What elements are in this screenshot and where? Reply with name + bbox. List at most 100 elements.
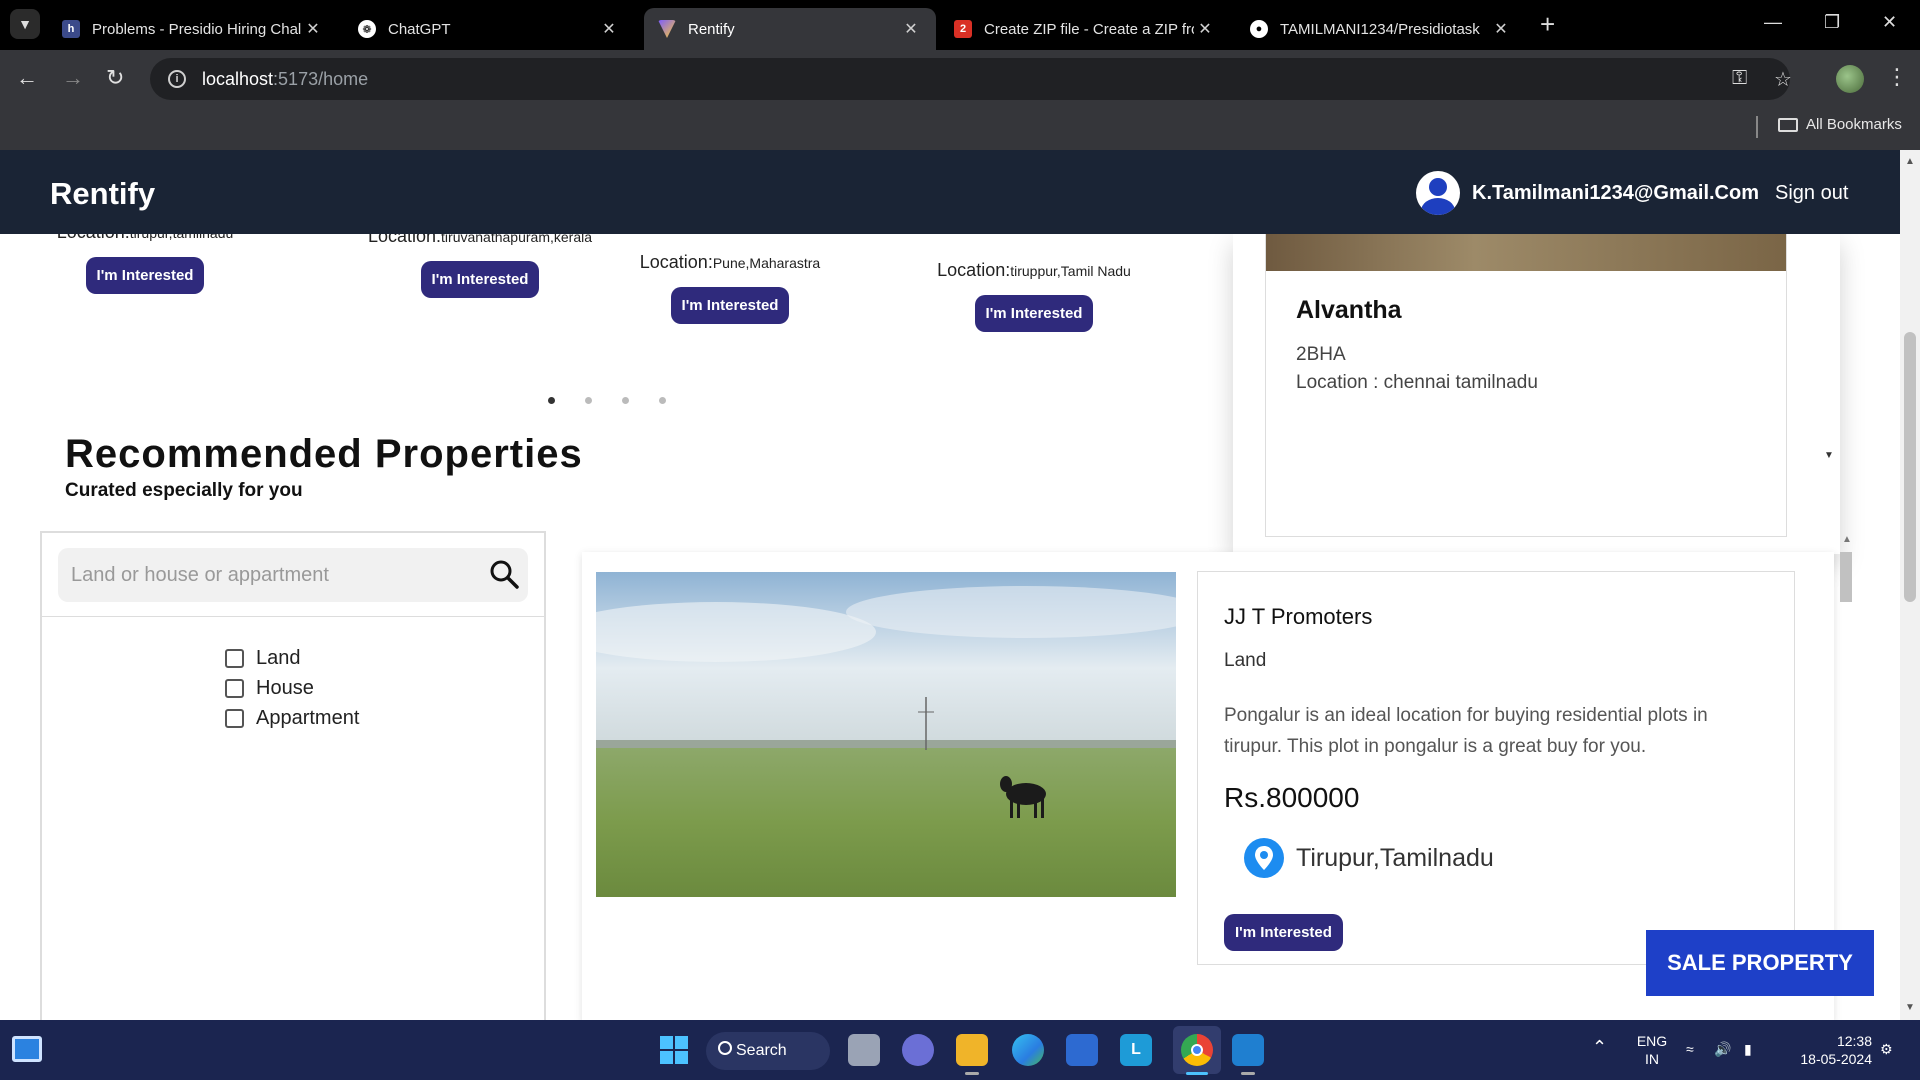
filter-option-house[interactable]: House: [225, 677, 314, 700]
bookmarks-divider: [1756, 116, 1758, 138]
listing-location: Location : chennai tamilnadu: [1296, 372, 1538, 393]
vscode-icon[interactable]: [1232, 1034, 1264, 1066]
scroll-down-icon[interactable]: ▼: [1905, 1002, 1915, 1013]
vite-icon: [658, 20, 676, 38]
tab-title: Rentify: [688, 20, 735, 38]
tab-search-button[interactable]: ▼: [10, 9, 40, 39]
wifi-icon[interactable]: ≈: [1686, 1040, 1694, 1058]
all-bookmarks-button[interactable]: All Bookmarks: [1778, 116, 1902, 133]
tab-title: Problems - Presidio Hiring Chall: [92, 20, 302, 38]
card-location: Location:tiruppur,Tamil Nadu: [937, 260, 1131, 280]
profile-avatar-icon[interactable]: [1836, 65, 1864, 93]
running-indicator: [965, 1072, 979, 1075]
close-icon[interactable]: ✕: [598, 19, 620, 39]
carousel-dot[interactable]: [622, 397, 629, 404]
restore-icon[interactable]: ❐: [1824, 12, 1840, 33]
meet-icon[interactable]: [902, 1034, 934, 1066]
running-indicator: [1186, 1072, 1208, 1075]
carousel-card: Location:Pune,Maharastra I'm Interested: [600, 252, 860, 324]
address-bar[interactable]: i localhost:5173/home: [150, 58, 1790, 100]
filter-panel: Land House Appartment: [40, 531, 546, 1020]
filter-option-appartment[interactable]: Appartment: [225, 707, 359, 730]
scroll-up-icon[interactable]: ▲: [1842, 534, 1852, 545]
tab-chatgpt[interactable]: ❁ ChatGPT ✕: [344, 8, 634, 50]
search-icon[interactable]: [486, 556, 524, 594]
tab-github[interactable]: ● TAMILMANI1234/Presidiotask ✕: [1236, 8, 1526, 50]
menu-kebab-icon[interactable]: ⋮: [1886, 64, 1908, 90]
tab-title: ChatGPT: [388, 20, 451, 38]
forward-icon[interactable]: →: [62, 64, 84, 92]
section-title: Recommended Properties: [65, 432, 583, 476]
running-indicator: [1241, 1072, 1255, 1075]
property-details-card[interactable]: JJ T Promoters Land Pongalur is an ideal…: [1197, 571, 1795, 965]
checkbox[interactable]: [225, 709, 244, 728]
interested-button[interactable]: I'm Interested: [974, 295, 1094, 332]
checkbox-label: Appartment: [256, 707, 360, 729]
volume-icon[interactable]: 🔊: [1714, 1040, 1731, 1058]
taskbar-search[interactable]: Search: [706, 1032, 830, 1070]
scroll-up-icon[interactable]: ▲: [1905, 156, 1915, 167]
file-explorer-icon[interactable]: [956, 1034, 988, 1066]
property-image: [596, 572, 1176, 897]
bookmarks-bar: All Bookmarks: [0, 108, 1920, 150]
show-hidden-icons-icon[interactable]: ⌃: [1592, 1038, 1607, 1056]
task-view-icon[interactable]: [848, 1034, 880, 1066]
clock[interactable]: 12:38 18-05-2024: [1782, 1032, 1872, 1068]
carousel-dot[interactable]: [659, 397, 666, 404]
close-icon[interactable]: ✕: [1194, 19, 1216, 39]
sale-property-button[interactable]: SALE PROPERTY: [1646, 930, 1874, 996]
user-avatar-icon[interactable]: [1416, 171, 1460, 215]
store-icon[interactable]: [1066, 1034, 1098, 1066]
filter-option-land[interactable]: Land: [225, 647, 301, 670]
url-host: localhost: [202, 68, 274, 89]
tab-problems[interactable]: h Problems - Presidio Hiring Chall ✕: [48, 8, 338, 50]
windows-start-icon[interactable]: [658, 1034, 690, 1066]
scroll-down-icon[interactable]: ▼: [1824, 450, 1834, 461]
page-scrollbar[interactable]: ▲ ▼: [1900, 150, 1920, 1020]
tab-rentify[interactable]: Rentify ✕: [644, 8, 936, 50]
url-path: :5173/home: [273, 68, 369, 89]
site-info-icon[interactable]: i: [168, 70, 186, 88]
scroll-thumb[interactable]: [1904, 332, 1916, 602]
property-price: Rs.800000: [1224, 782, 1360, 813]
checkbox[interactable]: [225, 649, 244, 668]
chrome-icon[interactable]: [1181, 1034, 1213, 1066]
interested-button[interactable]: I'm Interested: [1224, 914, 1343, 951]
featured-listing-card[interactable]: Alvantha 2BHA Location : chennai tamilna…: [1265, 234, 1787, 537]
close-icon[interactable]: ✕: [302, 19, 324, 39]
l-app-icon[interactable]: L: [1120, 1034, 1152, 1066]
carousel-dot[interactable]: [585, 397, 592, 404]
interested-button[interactable]: I'm Interested: [420, 261, 540, 298]
tab-create-zip[interactable]: 2 Create ZIP file - Create a ZIP fro ✕: [940, 8, 1230, 50]
zip-icon: 2: [954, 20, 972, 38]
battery-icon[interactable]: ▮: [1744, 1040, 1752, 1058]
checkbox-label: House: [256, 677, 314, 699]
window-close-icon[interactable]: ✕: [1882, 12, 1897, 33]
notification-icon[interactable]: ⚙: [1880, 1040, 1893, 1058]
edge-icon[interactable]: [1012, 1034, 1044, 1066]
new-tab-button[interactable]: +: [1540, 10, 1555, 38]
listing-image: [1266, 234, 1786, 271]
carousel-card: Location:tiruvanathapuram,kerala I'm Int…: [350, 226, 610, 298]
browser-toolbar: ← → ↻ i localhost:5173/home ⚿ ☆ ⋮: [0, 50, 1920, 108]
minimize-icon[interactable]: —: [1764, 12, 1782, 33]
close-icon[interactable]: ✕: [1490, 19, 1512, 39]
interested-button[interactable]: I'm Interested: [85, 257, 205, 294]
brand-logo[interactable]: Rentify: [50, 176, 155, 212]
language-indicator[interactable]: ENG IN: [1634, 1032, 1670, 1068]
windows-taskbar: Search L ⌃ ENG IN ≈ 🔊 ▮ 12:38 18-05-2024…: [0, 1020, 1920, 1080]
search-input[interactable]: [58, 548, 478, 602]
checkbox[interactable]: [225, 679, 244, 698]
back-icon[interactable]: ←: [16, 64, 38, 92]
widgets-icon[interactable]: [12, 1036, 42, 1062]
scroll-thumb[interactable]: [1840, 552, 1852, 602]
bookmark-star-icon[interactable]: ☆: [1774, 67, 1792, 92]
interested-button[interactable]: I'm Interested: [670, 287, 790, 324]
close-icon[interactable]: ✕: [900, 19, 922, 39]
listing-scrollbar[interactable]: ▼: [1821, 234, 1837, 470]
carousel-dot[interactable]: [548, 397, 555, 404]
password-key-icon[interactable]: ⚿: [1732, 67, 1747, 90]
tab-title: TAMILMANI1234/Presidiotask: [1280, 20, 1480, 38]
signout-link[interactable]: Sign out: [1775, 182, 1848, 205]
reload-icon[interactable]: ↻: [106, 64, 124, 92]
